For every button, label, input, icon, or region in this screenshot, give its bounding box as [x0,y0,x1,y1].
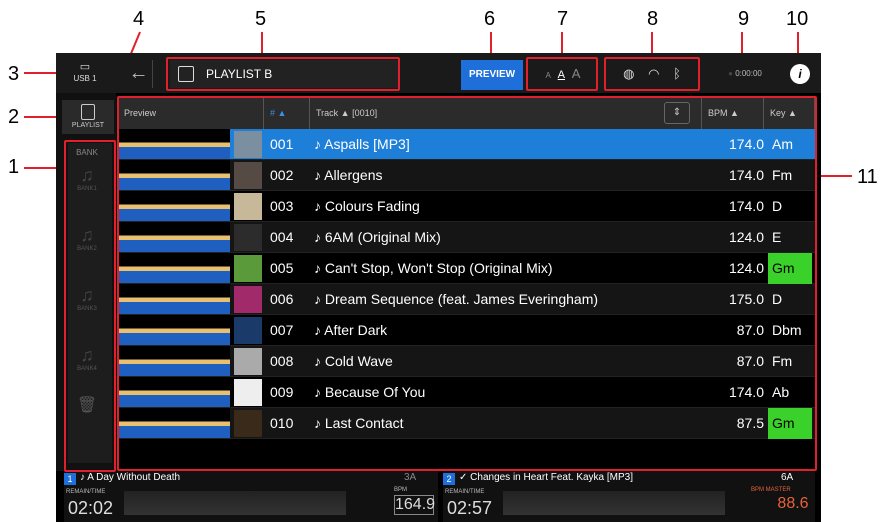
preview-button[interactable]: PREVIEW [461,60,523,90]
deck-1-title: ♪ A Day Without Death [80,472,181,483]
deck-1-key: 3A [404,472,417,483]
deck-2-bpm-label: BPM MASTER [751,487,791,493]
info-button[interactable]: i [790,64,810,84]
clock: ● 0:00:00 [715,60,775,88]
callout-box-font [526,57,598,91]
callout-box-table [117,96,817,471]
deck-2-time-label: REMAIN/TIME [445,489,485,495]
recording-dot-icon: ● [728,69,733,78]
deck-2-number: 2 [443,473,455,485]
callout-box-network [604,57,700,91]
deck-1: 1 ♪ A Day Without Death 3A REMAIN/TIME 0… [64,471,438,522]
playlist-label: PLAYLIST [71,122,105,129]
deck-1-bpm-label: BPM [394,487,408,493]
deck-2-bpm: 88.6 [777,495,809,512]
deck-2-waveform [503,491,725,515]
usb-label: USB 1 [73,74,97,83]
playlist-button[interactable]: PLAYLIST [62,100,114,134]
callout-box-title [166,57,400,91]
usb-icon: ▭ [79,61,91,73]
deck-1-bpm: 164.9 [394,495,436,515]
back-button[interactable]: ← [125,60,153,88]
playlist-icon [81,104,95,120]
callout-box-bank [64,140,116,472]
deck-1-number: 1 [64,473,76,485]
deck-1-waveform [124,491,346,515]
arrow-left-icon: ← [128,62,149,84]
usb-source-button[interactable]: ▭ USB 1 [64,60,106,88]
deck-1-time-label: REMAIN/TIME [66,489,106,495]
deck-2-key: 6A [781,472,794,483]
clock-time: 0:00:00 [735,69,762,78]
deck-1-time: 02:02 [68,498,114,518]
deck-2-title: ✓ Changes in Heart Feat. Kayka [MP3] [459,472,634,483]
deck-2: 2 ✓ Changes in Heart Feat. Kayka [MP3] 6… [443,471,815,522]
deck-2-time: 02:57 [447,498,493,518]
